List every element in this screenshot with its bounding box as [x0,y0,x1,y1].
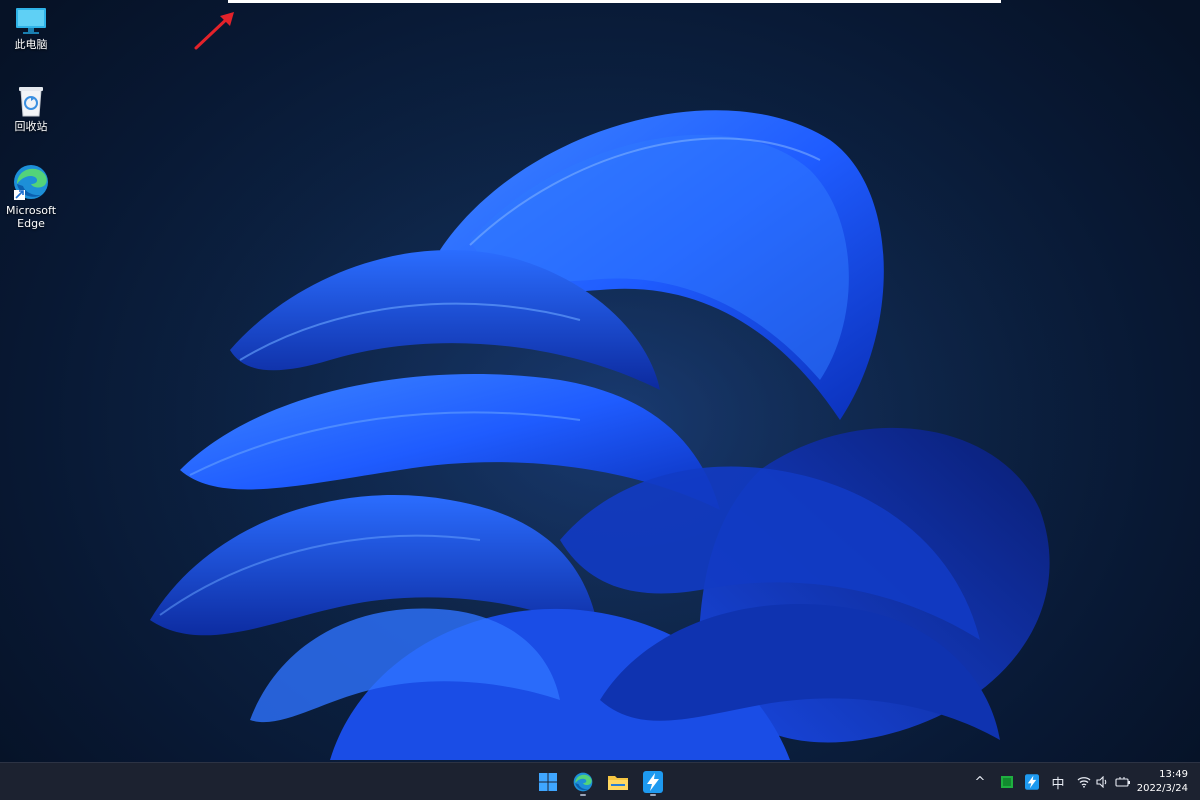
desktop-icon-recycle-bin[interactable]: 回收站 [4,84,58,133]
green-app-icon [1001,776,1013,788]
lightning-app-icon [1025,774,1039,790]
tray-clock[interactable]: 13:49 2022/3/24 [1128,768,1188,796]
desktop-icon-label: 回收站 [14,120,48,133]
start-button[interactable] [533,767,563,797]
desktop-icon-label: Microsoft Edge [5,204,57,230]
clock-date: 2022/3/24 [1136,783,1188,794]
tray-volume[interactable] [1094,772,1112,792]
taskbar-file-explorer-button[interactable] [603,767,633,797]
chevron-up-icon: ^ [974,774,986,790]
folder-icon [608,776,628,790]
tray-wifi[interactable] [1075,772,1093,792]
speaker-icon [1096,776,1107,788]
edge-icon [14,165,48,200]
desktop: 此电脑 回收站 Microsoft Edge [0,0,1200,762]
windows-start-icon [539,773,557,791]
desktop-icon-edge[interactable]: Microsoft Edge [4,162,58,230]
running-indicator [650,794,656,796]
tray-green-app[interactable] [998,772,1016,792]
top-white-bar [228,0,1001,3]
desktop-icon-this-pc[interactable]: 此电脑 [4,6,58,51]
red-annotation-arrow-icon [194,12,234,50]
monitor-icon [16,8,46,34]
tray-input-method[interactable]: 中 [1048,772,1068,792]
clock-time: 13:49 [1159,769,1188,780]
ime-indicator: 中 [1051,776,1065,792]
tray-overflow-chevron[interactable]: ^ [972,772,988,792]
recycle-bin-icon [19,87,43,117]
running-indicator [580,794,586,796]
wallpaper-bloom [100,40,1140,762]
lightning-app-icon [643,771,663,793]
wifi-icon [1077,777,1091,788]
taskbar-edge-button[interactable] [568,767,598,797]
taskbar-lightning-app-button[interactable] [638,767,668,797]
taskbar: ^ 中 13:49 2022/3/24 [0,762,1200,800]
desktop-icon-label: 此电脑 [14,38,48,51]
tray-lightning-app[interactable] [1023,772,1041,792]
edge-icon [573,772,593,792]
